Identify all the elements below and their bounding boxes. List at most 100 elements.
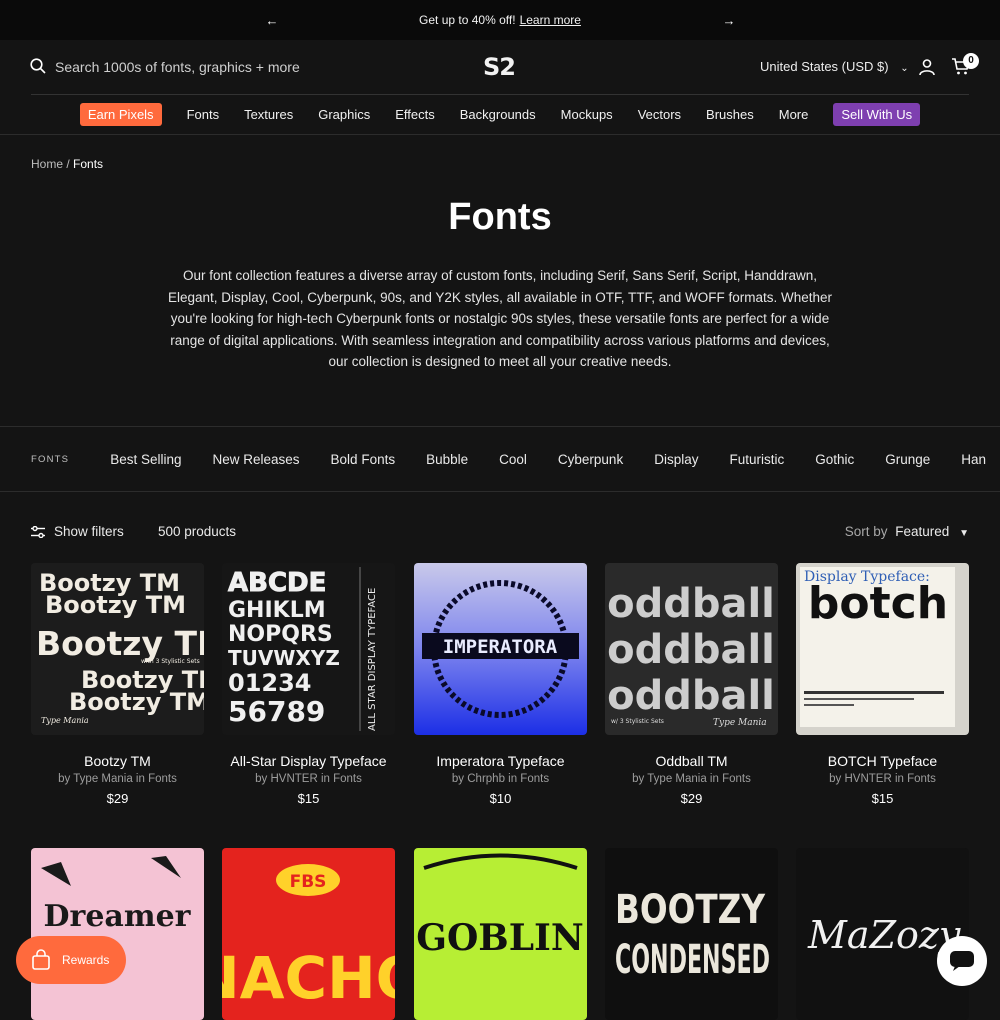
svg-text:GHIKLM: GHIKLM [228,598,326,623]
nav-more[interactable]: More [779,107,809,122]
product-vendor: by Chrphb in Fonts [451,773,550,785]
product-card[interactable]: Display Typeface: botch BOTCH Typeface b… [796,563,969,806]
nav-sell-with-us[interactable]: Sell With Us [833,102,921,126]
product-image[interactable]: Bootzy TM Bootzy TM Bootzy TM with 3 Sty… [31,563,204,735]
svg-text:oddball: oddball [607,581,775,627]
product-card[interactable]: Bootzy TM Bootzy TM Bootzy TM with 3 Sty… [31,563,204,806]
breadcrumb-current: Fonts [73,157,104,171]
product-image[interactable]: ABCDE GHIKLM NOPQRS TUVWXYZ 01234 56789 … [222,563,395,735]
svg-text:ALL STAR DISPLAY TYPEFACE: ALL STAR DISPLAY TYPEFACE [367,588,378,731]
category-display[interactable]: Display [654,452,698,467]
product-card[interactable]: oddball oddball oddball w/ 3 Stylistic S… [605,563,778,806]
product-count: 500 products [158,524,237,539]
product-name[interactable]: Oddball TM [605,753,778,769]
category-bold-fonts[interactable]: Bold Fonts [331,452,396,467]
svg-text:Type Mania: Type Mania [713,718,767,728]
svg-text:IMPERATORA: IMPERATORA [443,636,558,658]
sort-dropdown[interactable]: Sort by Featured ▼ [845,524,969,539]
filter-icon [31,525,45,538]
category-new-releases[interactable]: New Releases [213,452,300,467]
product-card[interactable]: ABCDE GHIKLM NOPQRS TUVWXYZ 01234 56789 … [222,563,395,806]
chevron-down-icon: ⌄ [900,63,909,74]
category-grunge[interactable]: Grunge [885,452,930,467]
svg-text:BOOTZY: BOOTZY [615,887,766,933]
product-image[interactable]: BOOTZY CONDENSED [605,848,778,1020]
category-bar: FONTS Best Selling New Releases Bold Fon… [0,426,1000,492]
page-description: Our font collection features a diverse a… [167,268,833,369]
country-selector[interactable]: United States (USD $) ⌄ [760,59,909,74]
chat-icon [950,951,974,971]
country-label: United States (USD $) [760,59,889,74]
svg-text:Bootzy TM: Bootzy TM [45,591,186,619]
show-filters-label: Show filters [54,524,124,539]
product-vendor: by HVNTER in Fonts [255,773,362,785]
category-han[interactable]: Han [961,452,986,467]
category-bar-label: FONTS [31,453,70,465]
cart-count-badge: 0 [963,53,979,69]
nav-graphics[interactable]: Graphics [318,107,370,122]
logo[interactable]: S2 [483,53,516,81]
category-bubble[interactable]: Bubble [426,452,468,467]
product-name[interactable]: All-Star Display Typeface [222,753,395,769]
main-nav: Earn Pixels Fonts Textures Graphics Effe… [0,94,1000,135]
category-futuristic[interactable]: Futuristic [729,452,784,467]
product-price: $15 [297,791,320,806]
svg-text:01234: 01234 [228,669,312,697]
nav-fonts[interactable]: Fonts [187,107,220,122]
product-image[interactable]: IMPERATORA [414,563,587,735]
product-image[interactable]: oddball oddball oddball w/ 3 Stylistic S… [605,563,778,735]
product-image[interactable]: FBS NACHO [222,848,395,1020]
search-icon[interactable] [30,58,46,74]
product-image[interactable]: MaZozy [796,848,969,1020]
nav-vectors[interactable]: Vectors [638,107,681,122]
svg-text:Dreamer: Dreamer [44,899,192,934]
product-card[interactable]: MaZozy [796,848,969,1020]
nav-mockups[interactable]: Mockups [561,107,613,122]
svg-text:oddball: oddball [607,673,775,719]
svg-text:TUVWXYZ: TUVWXYZ [228,646,340,670]
nav-earn-pixels[interactable]: Earn Pixels [79,102,162,126]
account-icon[interactable] [918,58,936,76]
product-image[interactable]: Display Typeface: botch [796,563,969,735]
product-card[interactable]: BOOTZY CONDENSED [605,848,778,1020]
product-name[interactable]: BOTCH Typeface [796,753,969,769]
category-best-selling[interactable]: Best Selling [110,452,181,467]
nav-brushes[interactable]: Brushes [706,107,754,122]
product-name[interactable]: Bootzy TM [31,753,204,769]
learn-more-link[interactable]: Learn more [520,13,581,27]
category-gothic[interactable]: Gothic [815,452,854,467]
search-input[interactable]: Search 1000s of fonts, graphics + more [55,59,300,75]
arrow-left-icon[interactable]: ← [264,12,280,28]
nav-textures[interactable]: Textures [244,107,293,122]
product-price: $15 [871,791,894,806]
arrow-right-icon[interactable]: → [721,12,737,28]
nav-backgrounds[interactable]: Backgrounds [460,107,536,122]
category-cool[interactable]: Cool [499,452,527,467]
product-image[interactable]: Dreamer [31,848,204,1020]
category-cyberpunk[interactable]: Cyberpunk [558,452,623,467]
product-vendor: by Type Mania in Fonts [632,773,751,785]
svg-text:Type Mania: Type Mania [41,716,89,725]
product-price: $29 [106,791,129,806]
nav-effects[interactable]: Effects [395,107,435,122]
svg-text:FBS: FBS [290,872,327,892]
page-title: Fonts [448,196,552,238]
rewards-button[interactable]: Rewards [16,936,126,984]
svg-text:CONDENSED: CONDENSED [615,937,770,983]
product-card[interactable]: Dreamer [31,848,204,1020]
product-card[interactable]: FBS NACHO [222,848,395,1020]
svg-text:w/ 3 Stylistic Sets: w/ 3 Stylistic Sets [611,718,664,725]
product-image[interactable]: GOBLIN [414,848,587,1020]
show-filters-button[interactable]: Show filters [31,524,124,539]
announcement-text: Get up to 40% off! [419,13,516,27]
svg-text:NACHO: NACHO [222,944,395,1012]
svg-text:MaZozy: MaZozy [807,913,961,957]
product-card[interactable]: IMPERATORA Imperatora Typeface by Chrphb… [414,563,587,806]
sort-label: Sort by [844,524,888,539]
product-name[interactable]: Imperatora Typeface [414,753,587,769]
svg-text:56789: 56789 [228,695,325,728]
product-card[interactable]: GOBLIN [414,848,587,1020]
chat-button[interactable] [937,936,987,986]
product-vendor: by Type Mania in Fonts [58,773,177,785]
breadcrumb-home[interactable]: Home [31,157,63,171]
